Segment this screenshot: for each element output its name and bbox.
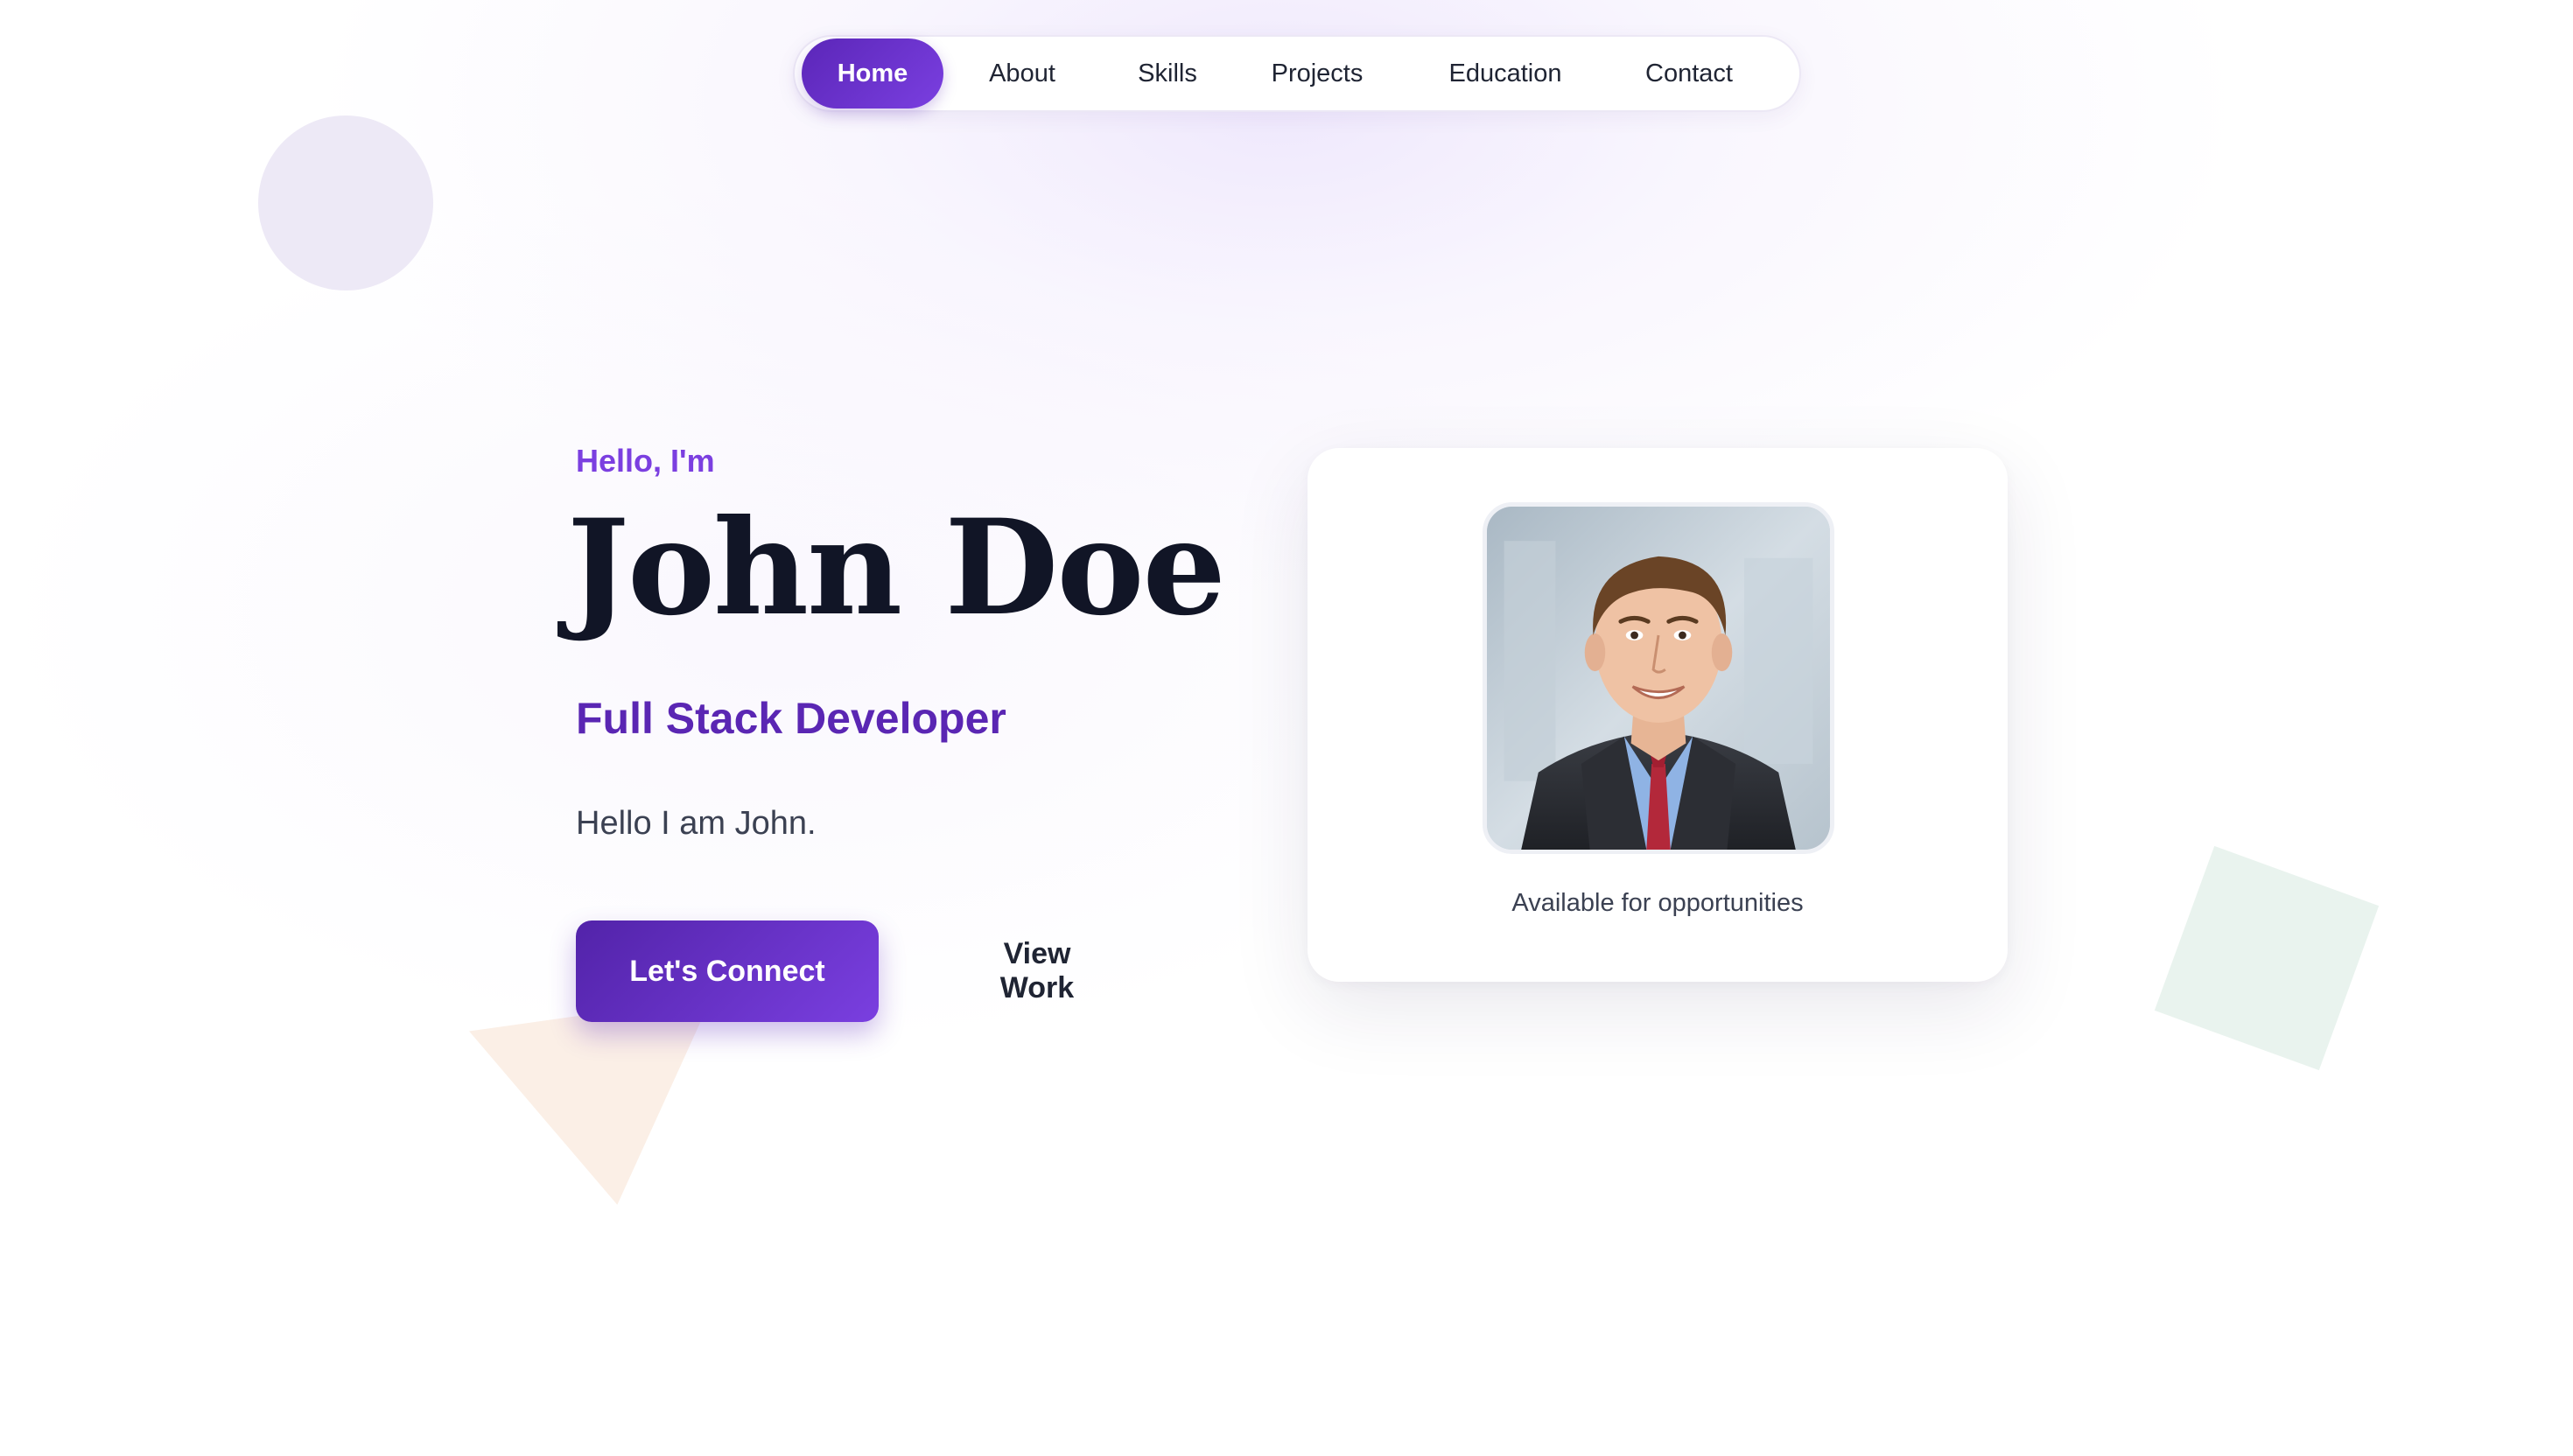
- nav-item-education[interactable]: Education: [1400, 38, 1610, 108]
- nav-item-contact[interactable]: Contact: [1610, 38, 1768, 108]
- profile-card: Available for opportunities: [1308, 448, 2008, 982]
- top-navigation: Home About Skills Projects Education Con…: [793, 35, 1801, 112]
- nav-item-about[interactable]: About: [943, 38, 1101, 108]
- nav-item-home[interactable]: Home: [802, 38, 943, 108]
- hero-role: Full Stack Developer: [576, 694, 1006, 743]
- nav-item-projects[interactable]: Projects: [1234, 38, 1400, 108]
- page: Home About Skills Projects Education Con…: [0, 0, 2573, 1456]
- nav-item-skills[interactable]: Skills: [1101, 38, 1234, 108]
- hero-greeting: Hello, I'm: [576, 443, 715, 479]
- lets-connect-button[interactable]: Let's Connect: [576, 920, 879, 1022]
- decorative-triangle: [469, 997, 739, 1222]
- hero-intro: Hello I am John.: [576, 805, 817, 842]
- decorative-circle: [258, 116, 433, 290]
- view-work-button[interactable]: View Work: [963, 920, 1111, 1022]
- profile-photo: [1483, 502, 1834, 854]
- hero-name: John Doe: [567, 491, 1226, 645]
- portrait-image: [1487, 507, 1830, 850]
- decorative-square: [2154, 845, 2380, 1071]
- availability-status: Available for opportunities: [1511, 889, 1804, 917]
